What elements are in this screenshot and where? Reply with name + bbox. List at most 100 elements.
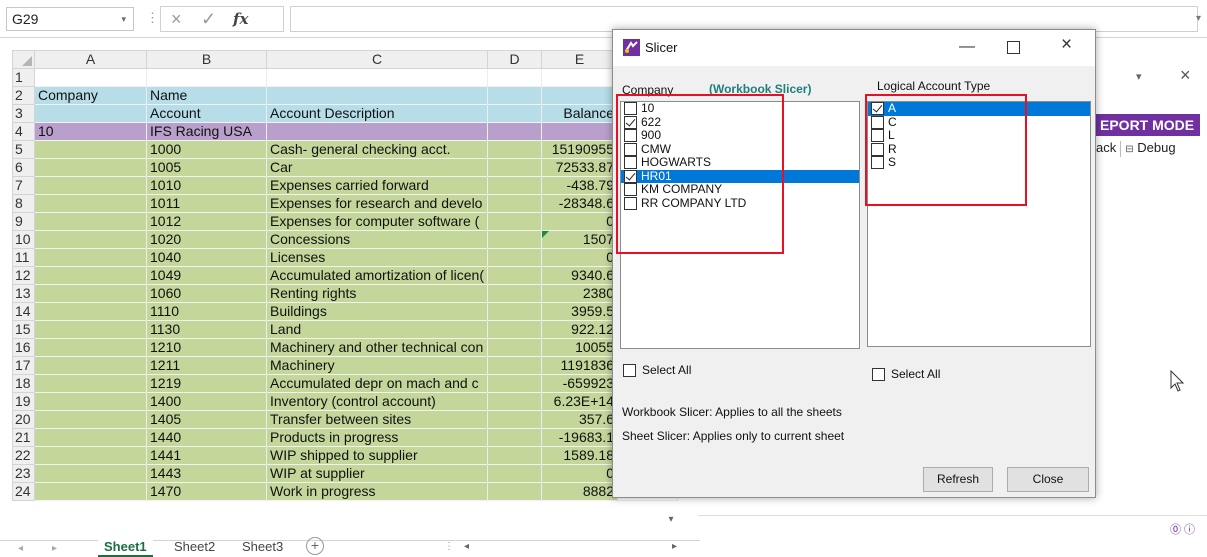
- enter-icon[interactable]: ✓: [201, 9, 216, 30]
- cell-balance[interactable]: 72533.87: [541, 158, 618, 177]
- cell-d[interactable]: [487, 176, 542, 195]
- cell-account[interactable]: 1060: [146, 284, 267, 303]
- cell-account[interactable]: 1049: [146, 266, 267, 285]
- cell-balance[interactable]: 0: [541, 464, 618, 483]
- sheet-tab-1[interactable]: Sheet1: [98, 537, 153, 557]
- cell-description[interactable]: Expenses for research and develo: [266, 194, 488, 213]
- cell-description[interactable]: Machinery: [266, 356, 488, 375]
- cell-balance[interactable]: 6.23E+14: [541, 392, 618, 411]
- cell-company[interactable]: 10: [34, 122, 147, 141]
- cell-company[interactable]: [34, 410, 147, 429]
- cell-company[interactable]: [34, 104, 147, 123]
- cell-description[interactable]: Concessions: [266, 230, 488, 249]
- cell-company[interactable]: [34, 464, 147, 483]
- cell-account[interactable]: 1000: [146, 140, 267, 159]
- cancel-icon[interactable]: ×: [171, 9, 182, 30]
- cell-account[interactable]: 1020: [146, 230, 267, 249]
- help-icon[interactable]: ⓪: [1170, 524, 1181, 536]
- cell-balance[interactable]: -659923: [541, 374, 618, 393]
- select-all-cells-corner[interactable]: [12, 50, 35, 69]
- info-icon[interactable]: ⓘ: [1184, 524, 1195, 536]
- pane-tab-partial[interactable]: ack: [1096, 140, 1116, 155]
- cell-description[interactable]: Car: [266, 158, 488, 177]
- row-header[interactable]: 17: [12, 356, 35, 375]
- cell-description[interactable]: Inventory (control account): [266, 392, 488, 411]
- cell-description[interactable]: [266, 68, 488, 87]
- row-header[interactable]: 21: [12, 428, 35, 447]
- add-sheet-button[interactable]: +: [306, 537, 324, 555]
- cell-d[interactable]: [487, 410, 542, 429]
- cell-d[interactable]: [487, 158, 542, 177]
- scroll-tabs-left-icon[interactable]: ◂: [18, 543, 23, 554]
- cell-account[interactable]: 1005: [146, 158, 267, 177]
- cell-d[interactable]: [487, 86, 542, 105]
- cell-d[interactable]: [487, 320, 542, 339]
- cell-description[interactable]: WIP at supplier: [266, 464, 488, 483]
- column-header-c[interactable]: C: [266, 50, 488, 69]
- cell-company[interactable]: [34, 428, 147, 447]
- cell-account[interactable]: 1405: [146, 410, 267, 429]
- cell-company[interactable]: [34, 284, 147, 303]
- cell-company[interactable]: [34, 356, 147, 375]
- cell-description[interactable]: [266, 86, 488, 105]
- cell-balance[interactable]: Balance: [541, 104, 618, 123]
- cell-account[interactable]: [146, 68, 267, 87]
- cell-d[interactable]: [487, 392, 542, 411]
- row-header[interactable]: 5: [12, 140, 35, 159]
- hscroll-left-icon[interactable]: ◂: [464, 541, 469, 552]
- cell-balance[interactable]: 1191836: [541, 356, 618, 375]
- row-header[interactable]: 4: [12, 122, 35, 141]
- cell-account[interactable]: 1211: [146, 356, 267, 375]
- cell-balance[interactable]: 10055: [541, 338, 618, 357]
- scroll-tabs-right-icon[interactable]: ▸: [52, 543, 57, 554]
- cell-description[interactable]: Renting rights: [266, 284, 488, 303]
- tab-splitter-icon[interactable]: ⋮: [444, 541, 454, 552]
- cell-description[interactable]: Expenses carried forward: [266, 176, 488, 195]
- cell-balance[interactable]: 9340.6: [541, 266, 618, 285]
- checkbox[interactable]: [872, 368, 885, 382]
- row-header[interactable]: 24: [12, 482, 35, 501]
- minimize-icon[interactable]: —: [959, 38, 975, 56]
- company-select-all[interactable]: Select All: [623, 363, 691, 378]
- cell-d[interactable]: [487, 212, 542, 231]
- cell-balance[interactable]: 922.12: [541, 320, 618, 339]
- row-header[interactable]: 20: [12, 410, 35, 429]
- cell-account[interactable]: 1470: [146, 482, 267, 501]
- row-header[interactable]: 22: [12, 446, 35, 465]
- cell-company[interactable]: [34, 176, 147, 195]
- cell-balance[interactable]: 1589.18: [541, 446, 618, 465]
- cell-balance[interactable]: 0: [541, 212, 618, 231]
- cell-description[interactable]: Accumulated depr on mach and c: [266, 374, 488, 393]
- close-button[interactable]: Close: [1007, 467, 1089, 492]
- row-header[interactable]: 2: [12, 86, 35, 105]
- cell-description[interactable]: Licenses: [266, 248, 488, 267]
- cell-balance[interactable]: -28348.6: [541, 194, 618, 213]
- cell-balance[interactable]: 2380: [541, 284, 618, 303]
- cell-balance[interactable]: [541, 86, 618, 105]
- cell-account[interactable]: 1400: [146, 392, 267, 411]
- maximize-icon[interactable]: [1007, 41, 1020, 54]
- hscroll-right-icon[interactable]: ▸: [672, 541, 677, 552]
- cell-description[interactable]: WIP shipped to supplier: [266, 446, 488, 465]
- row-header[interactable]: 14: [12, 302, 35, 321]
- cell-d[interactable]: [487, 338, 542, 357]
- cell-account[interactable]: 1440: [146, 428, 267, 447]
- cell-description[interactable]: Account Description: [266, 104, 488, 123]
- cell-d[interactable]: [487, 482, 542, 501]
- cell-account[interactable]: 1040: [146, 248, 267, 267]
- refresh-button[interactable]: Refresh: [923, 467, 993, 492]
- cell-description[interactable]: Cash- general checking acct.: [266, 140, 488, 159]
- cell-d[interactable]: [487, 140, 542, 159]
- row-header[interactable]: 7: [12, 176, 35, 195]
- close-window-icon[interactable]: ×: [1061, 34, 1072, 56]
- cell-balance[interactable]: 0: [541, 248, 618, 267]
- cell-company[interactable]: [34, 248, 147, 267]
- cell-description[interactable]: Work in progress: [266, 482, 488, 501]
- cell-description[interactable]: Transfer between sites: [266, 410, 488, 429]
- cell-account[interactable]: 1012: [146, 212, 267, 231]
- cell-d[interactable]: [487, 302, 542, 321]
- cell-d[interactable]: [487, 266, 542, 285]
- pane-close-icon[interactable]: ×: [1180, 65, 1191, 86]
- column-header-d[interactable]: D: [487, 50, 542, 69]
- cell-company[interactable]: [34, 158, 147, 177]
